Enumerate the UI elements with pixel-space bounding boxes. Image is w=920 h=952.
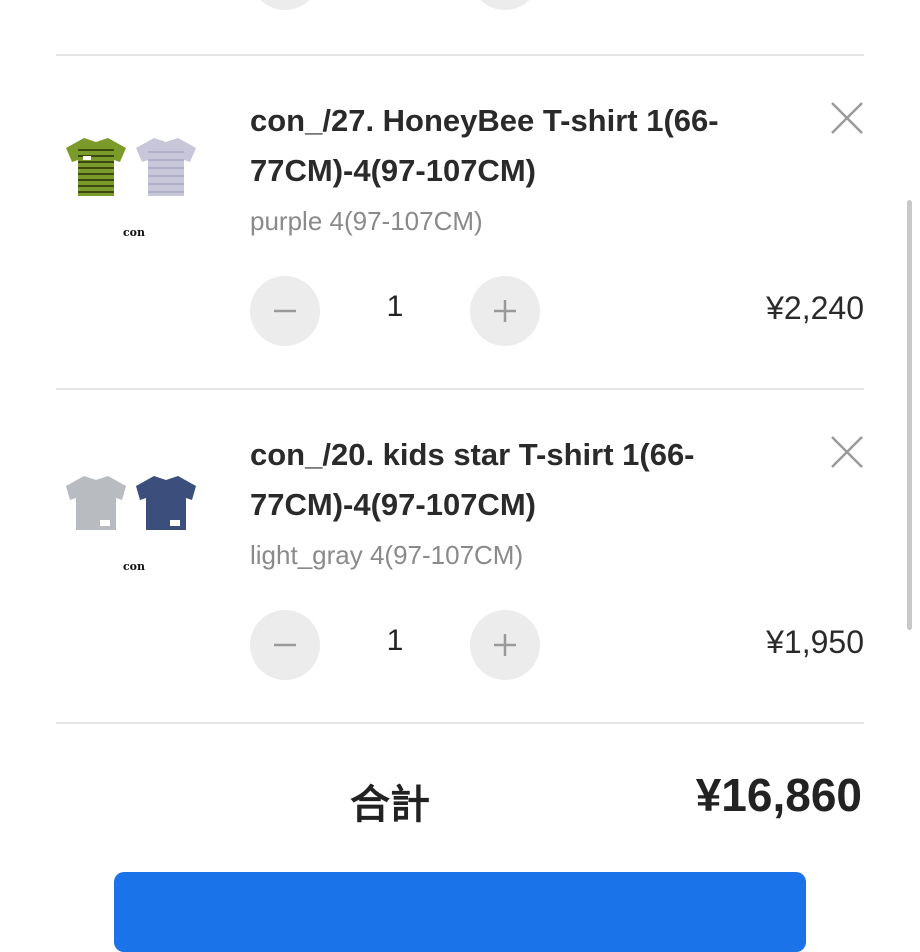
prev-decrease-button[interactable] — [250, 0, 320, 10]
decrease-quantity-button[interactable] — [250, 276, 320, 346]
close-icon — [831, 436, 863, 468]
quantity-value: 1 — [386, 290, 404, 323]
increase-quantity-button[interactable] — [470, 276, 540, 346]
close-icon — [831, 102, 863, 134]
total-label: 合計 — [350, 782, 430, 828]
remove-item-button[interactable] — [830, 101, 864, 135]
cart-item: con con_/27. HoneyBee T-shirt 1(66-77CM)… — [0, 56, 920, 391]
checkout-button[interactable] — [114, 872, 806, 952]
product-thumbnail[interactable]: con — [56, 454, 216, 584]
quantity-value: 1 — [386, 624, 404, 657]
item-price: ¥1,950 — [766, 624, 864, 660]
product-thumbnail[interactable]: con — [56, 120, 216, 250]
divider — [56, 722, 864, 724]
increase-quantity-button[interactable] — [470, 610, 540, 680]
item-price: ¥2,240 — [766, 290, 864, 326]
minus-icon — [274, 309, 296, 313]
prev-increase-button[interactable] — [470, 0, 540, 10]
scrollbar[interactable] — [907, 200, 912, 630]
brand-logo: con — [123, 560, 145, 573]
brand-logo: con — [123, 226, 145, 239]
minus-icon — [274, 643, 296, 647]
remove-item-button[interactable] — [830, 435, 864, 469]
plus-icon — [494, 300, 516, 322]
product-variant: light_gray 4(97-107CM) — [250, 540, 524, 570]
product-variant: purple 4(97-107CM) — [250, 206, 483, 236]
product-title[interactable]: con_/27. HoneyBee T-shirt 1(66-77CM)-4(9… — [250, 96, 750, 196]
decrease-quantity-button[interactable] — [250, 610, 320, 680]
plus-icon — [494, 634, 516, 656]
product-title[interactable]: con_/20. kids star T-shirt 1(66-77CM)-4(… — [250, 430, 750, 530]
total-value: ¥16,860 — [695, 769, 862, 821]
cart-item: con con_/20. kids star T-shirt 1(66-77CM… — [0, 390, 920, 725]
